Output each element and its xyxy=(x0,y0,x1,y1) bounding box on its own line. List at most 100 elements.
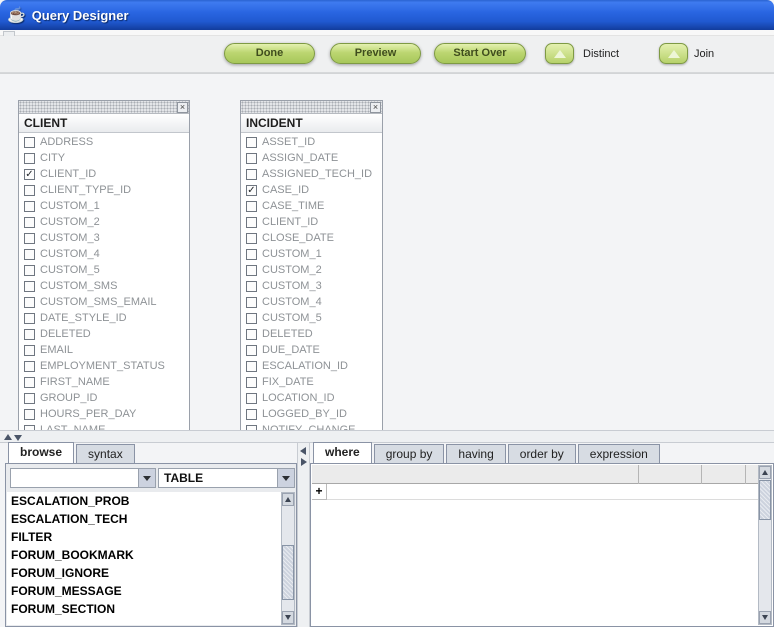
field-checkbox[interactable] xyxy=(246,201,257,212)
distinct-toggle-button[interactable] xyxy=(545,43,574,64)
distinct-label: Distinct xyxy=(583,48,619,60)
vertical-split-divider[interactable] xyxy=(297,443,310,627)
field-checkbox[interactable] xyxy=(246,217,257,228)
done-button[interactable]: Done xyxy=(224,43,315,64)
field-checkbox[interactable] xyxy=(24,377,35,388)
field-label: CLIENT_ID xyxy=(262,216,318,228)
list-item[interactable]: FILTER xyxy=(7,528,281,546)
field-checkbox[interactable] xyxy=(246,265,257,276)
field-checkbox[interactable] xyxy=(246,313,257,324)
field-label: CUSTOM_5 xyxy=(262,312,322,324)
field-checkbox[interactable] xyxy=(24,217,35,228)
field-row: ASSET_ID xyxy=(241,134,382,150)
field-checkbox[interactable] xyxy=(24,281,35,292)
field-checkbox[interactable] xyxy=(246,137,257,148)
field-filter-value xyxy=(11,469,138,487)
field-checkbox[interactable] xyxy=(24,329,35,340)
start-over-button[interactable]: Start Over xyxy=(434,43,526,64)
object-type-combobox[interactable]: TABLE xyxy=(158,468,295,488)
frame-titlebar[interactable]: × xyxy=(19,101,189,114)
split-collapse-right-icon[interactable] xyxy=(301,458,307,466)
field-checkbox[interactable] xyxy=(24,393,35,404)
tab-browse[interactable]: browse xyxy=(8,442,74,463)
tab-having[interactable]: having xyxy=(446,444,505,463)
add-row-button[interactable]: + xyxy=(312,484,327,500)
field-filter-combobox[interactable] xyxy=(10,468,156,488)
query-designer-window: ☕ Query Designer Done Preview Start Over… xyxy=(0,0,774,627)
query-scrollbar[interactable] xyxy=(758,465,772,625)
field-checkbox[interactable] xyxy=(246,361,257,372)
split-collapse-left-icon[interactable] xyxy=(300,447,306,455)
field-label: DELETED xyxy=(262,328,313,340)
field-checkbox[interactable] xyxy=(246,153,257,164)
field-label: CUSTOM_1 xyxy=(262,248,322,260)
field-row: DELETED xyxy=(19,326,189,342)
list-item[interactable]: ESCALATION_PROB xyxy=(7,492,281,510)
field-checkbox[interactable] xyxy=(24,313,35,324)
close-icon[interactable]: × xyxy=(370,102,381,113)
field-label: CITY xyxy=(40,152,65,164)
field-row: CUSTOM_3 xyxy=(241,278,382,294)
scroll-down-icon[interactable] xyxy=(282,611,294,624)
close-icon[interactable]: × xyxy=(177,102,188,113)
field-checkbox[interactable] xyxy=(24,345,35,356)
field-checkbox[interactable] xyxy=(24,265,35,276)
tab-expression[interactable]: expression xyxy=(578,444,660,463)
scroll-up-icon[interactable] xyxy=(282,493,294,506)
field-checkbox[interactable] xyxy=(246,409,257,420)
chevron-down-icon[interactable] xyxy=(138,469,155,487)
field-checkbox[interactable] xyxy=(246,233,257,244)
field-checkbox[interactable] xyxy=(24,201,35,212)
horizontal-split-divider[interactable] xyxy=(0,430,774,443)
list-item[interactable]: ESCALATION_TECH xyxy=(7,510,281,528)
field-checkbox[interactable] xyxy=(246,297,257,308)
field-checkbox[interactable] xyxy=(24,185,35,196)
field-label: CLOSE_DATE xyxy=(262,232,334,244)
window-titlebar[interactable]: ☕ Query Designer xyxy=(0,0,774,30)
field-checkbox[interactable] xyxy=(24,249,35,260)
field-checkbox[interactable] xyxy=(246,281,257,292)
list-item[interactable]: FORUM_BOOKMARK xyxy=(7,546,281,564)
field-checkbox[interactable] xyxy=(246,329,257,340)
field-checkbox[interactable] xyxy=(246,393,257,404)
tab-where[interactable]: where xyxy=(313,442,372,463)
field-checkbox[interactable] xyxy=(24,297,35,308)
field-row: ASSIGNED_TECH_ID xyxy=(241,166,382,182)
field-label: FIX_DATE xyxy=(262,376,314,388)
field-checkbox[interactable] xyxy=(24,153,35,164)
field-label: CUSTOM_3 xyxy=(40,232,100,244)
scrollbar-thumb[interactable] xyxy=(282,545,294,600)
field-checkbox[interactable] xyxy=(246,345,257,356)
field-row: EMPLOYMENT_STATUS xyxy=(19,358,189,374)
list-item[interactable]: FORUM_MESSAGE xyxy=(7,582,281,600)
list-item[interactable]: FORUM_IGNORE xyxy=(7,564,281,582)
field-checkbox[interactable] xyxy=(24,233,35,244)
field-checkbox[interactable] xyxy=(24,137,35,148)
field-checkbox[interactable] xyxy=(246,377,257,388)
chevron-down-icon[interactable] xyxy=(277,469,294,487)
object-type-value: TABLE xyxy=(159,469,277,487)
scroll-down-icon[interactable] xyxy=(759,611,771,624)
tab-group-by[interactable]: group by xyxy=(374,444,445,463)
preview-button[interactable]: Preview xyxy=(330,43,421,64)
scrollbar-thumb[interactable] xyxy=(759,480,771,520)
field-checkbox[interactable]: ✓ xyxy=(246,185,257,196)
field-row: ASSIGN_DATE xyxy=(241,150,382,166)
tab-syntax[interactable]: syntax xyxy=(76,444,135,463)
field-checkbox[interactable]: ✓ xyxy=(24,169,35,180)
field-checkbox[interactable] xyxy=(24,361,35,372)
field-label: DUE_DATE xyxy=(262,344,320,356)
browse-scrollbar[interactable] xyxy=(281,492,295,625)
field-checkbox[interactable] xyxy=(246,169,257,180)
join-toggle-button[interactable] xyxy=(659,43,688,64)
split-collapse-down-icon[interactable] xyxy=(14,435,22,441)
scroll-up-icon[interactable] xyxy=(759,466,771,479)
split-collapse-up-icon[interactable] xyxy=(4,434,12,440)
field-label: CUSTOM_2 xyxy=(262,264,322,276)
frame-titlebar[interactable]: × xyxy=(241,101,382,114)
tab-order-by[interactable]: order by xyxy=(508,444,576,463)
list-item[interactable]: FORUM_SECTION xyxy=(7,600,281,618)
field-checkbox[interactable] xyxy=(246,249,257,260)
field-checkbox[interactable] xyxy=(24,409,35,420)
field-label: EMPLOYMENT_STATUS xyxy=(40,360,165,372)
